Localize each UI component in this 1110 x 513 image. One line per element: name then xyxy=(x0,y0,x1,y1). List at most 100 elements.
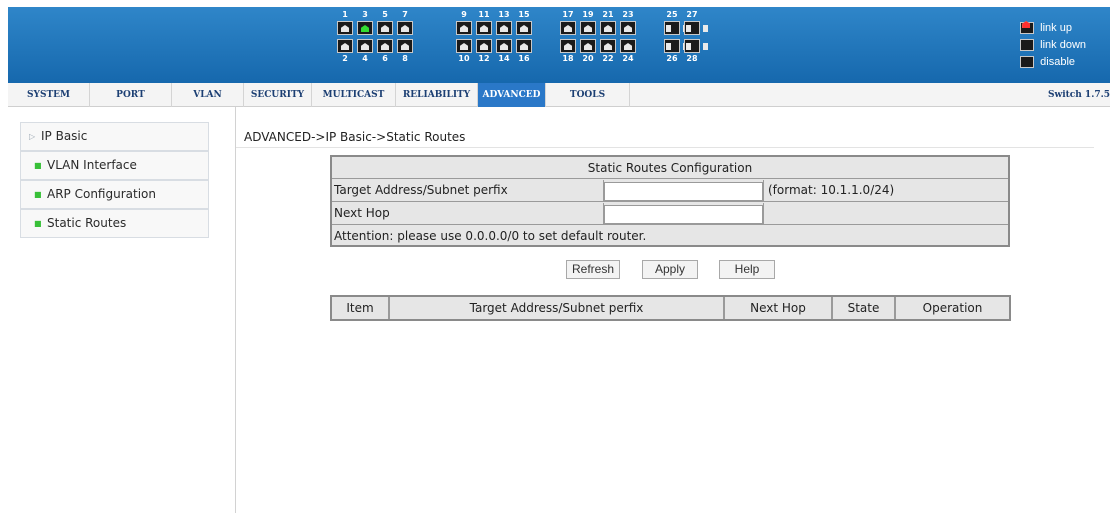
port-number-label: 24 xyxy=(622,54,634,63)
port-number-label: 12 xyxy=(478,54,490,63)
port-19-icon[interactable] xyxy=(580,21,596,35)
breadcrumb: ADVANCED->IP Basic->Static Routes xyxy=(244,130,466,144)
port-14-icon[interactable] xyxy=(496,39,512,53)
port-13-icon[interactable] xyxy=(496,21,512,35)
menu-multicast[interactable]: MULTICAST xyxy=(312,83,396,107)
port-legend: link up link down disable xyxy=(1020,19,1086,70)
column-header-next-hop: Next Hop xyxy=(725,297,833,319)
port-8-icon[interactable] xyxy=(397,39,413,53)
static-routes-config-table: Static Routes Configuration Target Addre… xyxy=(330,155,1010,247)
port-18-icon[interactable] xyxy=(560,39,576,53)
refresh-button[interactable]: Refresh xyxy=(566,260,620,279)
port-9-icon[interactable] xyxy=(456,21,472,35)
sidebar-item-arp-configuration[interactable]: ■ ARP Configuration xyxy=(20,180,209,209)
port-27-icon[interactable] xyxy=(684,21,708,35)
port-2-icon[interactable] xyxy=(337,39,353,53)
port-number-label: 23 xyxy=(622,10,634,19)
link-down-icon xyxy=(1020,38,1035,51)
column-header-operation: Operation xyxy=(922,301,983,315)
port-number-label: 11 xyxy=(478,10,490,19)
sidebar-item-label: IP Basic xyxy=(41,129,88,143)
menu-reliability[interactable]: RELIABILITY xyxy=(396,83,478,107)
port-number-label: 10 xyxy=(458,54,470,63)
port-12-icon[interactable] xyxy=(476,39,492,53)
port-25-icon[interactable] xyxy=(664,21,688,35)
sidebar-item-label: ARP Configuration xyxy=(47,187,156,201)
target-address-input[interactable] xyxy=(604,182,763,201)
port-1-icon[interactable] xyxy=(337,21,353,35)
static-routes-table: Item Target Address/Subnet perfix Next H… xyxy=(330,295,1011,321)
legend-link-down: link down xyxy=(1020,36,1086,53)
next-hop-row: Next Hop xyxy=(332,203,1008,225)
menu-tools[interactable]: TOOLS xyxy=(546,83,630,107)
port-23-icon[interactable] xyxy=(620,21,636,35)
port-number-label: 22 xyxy=(602,54,614,63)
disable-icon xyxy=(1020,55,1035,68)
port-11-icon[interactable] xyxy=(476,21,492,35)
legend-link-down-label: link down xyxy=(1040,38,1086,51)
legend-disable: disable xyxy=(1020,53,1086,70)
attention-row: Attention: please use 0.0.0.0/0 to set d… xyxy=(332,226,1008,248)
next-hop-label: Next Hop xyxy=(334,206,390,220)
menu-advanced[interactable]: ADVANCED xyxy=(478,83,546,107)
sidebar: ▷ IP Basic ■ VLAN Interface ■ ARP Config… xyxy=(8,107,236,513)
port-number-label: 5 xyxy=(382,10,388,19)
port-number-label: 15 xyxy=(518,10,530,19)
format-hint: (format: 10.1.1.0/24) xyxy=(768,183,895,197)
port-5-icon[interactable] xyxy=(377,21,393,35)
port-number-label: 9 xyxy=(461,10,467,19)
next-hop-input[interactable] xyxy=(604,205,763,224)
green-square-icon: ■ xyxy=(34,219,42,228)
port-21-icon[interactable] xyxy=(600,21,616,35)
column-divider xyxy=(763,180,764,202)
top-menu: SYSTEM PORT VLAN SECURITY MULTICAST RELI… xyxy=(8,83,1110,107)
port-22-icon[interactable] xyxy=(600,39,616,53)
port-number-label: 25 xyxy=(666,10,678,19)
header-bar: 1 2 3 4 5 6 7 8 9 10 11 12 13 14 15 16 17 18 19 20 21 22 23 24 2… xyxy=(8,7,1110,83)
port-26-icon[interactable] xyxy=(664,39,688,53)
port-number-label: 26 xyxy=(666,54,678,63)
firmware-version: Switch 1.7.5 xyxy=(1047,90,1110,100)
config-title: Static Routes Configuration xyxy=(332,157,1008,179)
target-address-row: Target Address/Subnet perfix (format: 10… xyxy=(332,180,1008,202)
port-4-icon[interactable] xyxy=(357,39,373,53)
port-6-icon[interactable] xyxy=(377,39,393,53)
menu-vlan[interactable]: VLAN xyxy=(172,83,244,107)
port-16-icon[interactable] xyxy=(516,39,532,53)
column-divider xyxy=(763,203,764,225)
port-10-icon[interactable] xyxy=(456,39,472,53)
sidebar-item-static-routes[interactable]: ■ Static Routes xyxy=(20,209,209,238)
column-header-target-address: Target Address/Subnet perfix xyxy=(390,297,725,319)
sidebar-item-label: Static Routes xyxy=(47,216,127,230)
port-3-icon[interactable] xyxy=(357,21,373,35)
target-address-label: Target Address/Subnet perfix xyxy=(334,183,508,197)
help-button[interactable]: Help xyxy=(719,260,775,279)
apply-button[interactable]: Apply xyxy=(642,260,698,279)
port-number-label: 13 xyxy=(498,10,510,19)
port-7-icon[interactable] xyxy=(397,21,413,35)
sidebar-item-ip-basic[interactable]: ▷ IP Basic xyxy=(20,122,209,151)
menu-system[interactable]: SYSTEM xyxy=(8,83,90,107)
sidebar-item-label: VLAN Interface xyxy=(47,158,137,172)
port-20-icon[interactable] xyxy=(580,39,596,53)
port-17-icon[interactable] xyxy=(560,21,576,35)
column-header-item: Item xyxy=(332,297,390,319)
port-number-label: 3 xyxy=(362,10,368,19)
port-number-label: 7 xyxy=(402,10,408,19)
menu-port[interactable]: PORT xyxy=(90,83,172,107)
port-number-label: 19 xyxy=(582,10,594,19)
sidebar-item-vlan-interface[interactable]: ■ VLAN Interface xyxy=(20,151,209,180)
green-square-icon: ■ xyxy=(34,190,42,199)
legend-link-up-label: link up xyxy=(1040,21,1072,34)
port-24-icon[interactable] xyxy=(620,39,636,53)
port-28-icon[interactable] xyxy=(684,39,708,53)
divider xyxy=(236,147,1094,148)
port-number-label: 17 xyxy=(562,10,574,19)
port-number-label: 18 xyxy=(562,54,574,63)
port-15-icon[interactable] xyxy=(516,21,532,35)
attention-text: Attention: please use 0.0.0.0/0 to set d… xyxy=(334,229,647,243)
green-square-icon: ■ xyxy=(34,161,42,170)
port-number-label: 1 xyxy=(342,10,348,19)
menu-security[interactable]: SECURITY xyxy=(244,83,312,107)
port-number-label: 28 xyxy=(686,54,698,63)
